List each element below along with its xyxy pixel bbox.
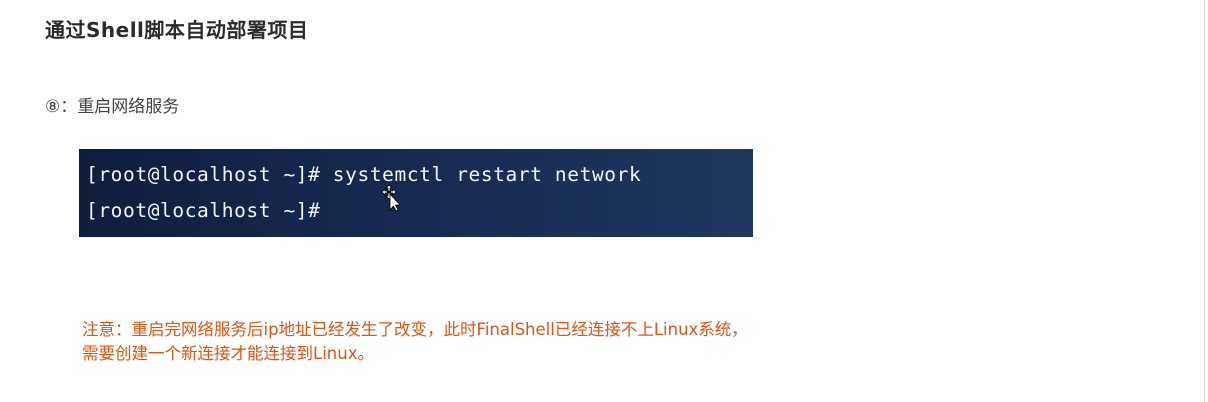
- terminal-screenshot: [root@localhost ~]# systemctl restart ne…: [79, 149, 753, 237]
- step-heading: ⑧：重启网络服务: [45, 97, 180, 117]
- page-title: 通过Shell脚本自动部署项目: [45, 18, 309, 42]
- page-edge-divider: [1204, 0, 1205, 402]
- move-cursor-icon: [381, 185, 401, 211]
- warning-note: 注意：重启完网络服务后ip地址已经发生了改变，此时FinalShell已经连接不…: [82, 318, 748, 366]
- terminal-line-1: [root@localhost ~]# systemctl restart ne…: [86, 163, 642, 186]
- terminal-line-2: [root@localhost ~]#: [86, 199, 321, 222]
- warning-note-line-2: 需要创建一个新连接才能连接到Linux。: [82, 344, 374, 363]
- warning-note-line-1: 注意：重启完网络服务后ip地址已经发生了改变，此时FinalShell已经连接不…: [82, 320, 748, 339]
